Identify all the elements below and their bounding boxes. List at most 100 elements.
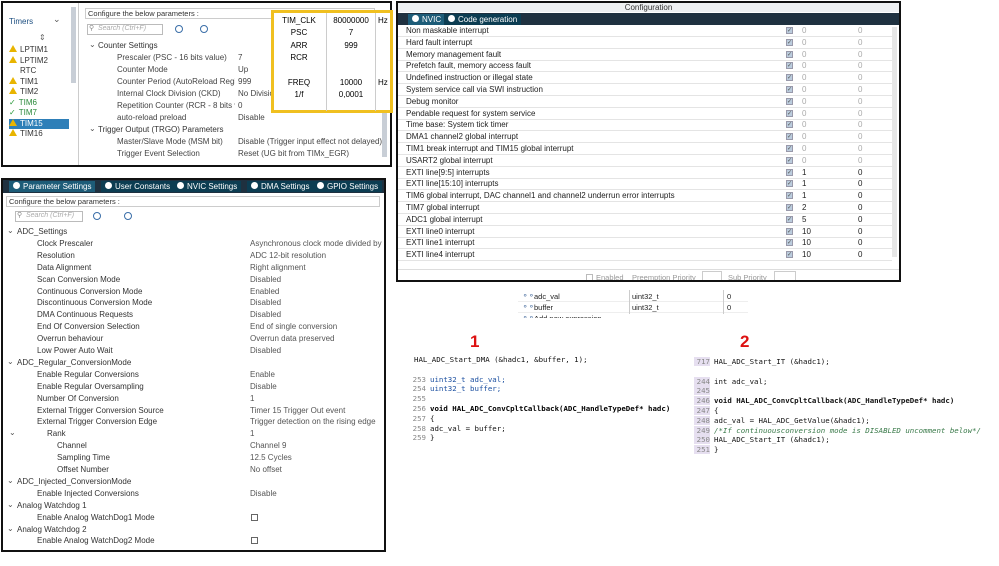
tab-nvic[interactable]: NVIC [408, 14, 446, 25]
watchdog-checkbox[interactable] [251, 537, 258, 545]
adc-param-row[interactable]: Offset Number No offset [3, 464, 381, 476]
chevron-down-icon[interactable]: ⌄ [89, 40, 96, 49]
prev-icon[interactable] [93, 212, 101, 220]
chevron-down-icon[interactable]: ⌄ [7, 476, 14, 485]
enabled-checkbox[interactable]: ✓ [786, 145, 793, 152]
timers-scrollbar[interactable] [71, 7, 76, 83]
enabled-checkbox[interactable] [586, 274, 593, 280]
adc-param-row[interactable]: ⌄ Analog Watchdog 2 [3, 524, 381, 536]
interrupt-row[interactable]: TIM1 break interrupt and TIM15 global in… [398, 143, 892, 155]
interrupt-row[interactable]: USART2 global interrupt ✓ 0 0 [398, 155, 892, 167]
timer-item[interactable]: ✓ TIM6 [9, 98, 69, 108]
adc-param-row[interactable]: ⌄ Analog Watchdog 1 [3, 500, 381, 512]
enabled-checkbox[interactable]: ✓ [786, 192, 793, 200]
adc-param-row[interactable]: Channel Channel 9 [3, 440, 381, 452]
sub-priority[interactable]: 0 [858, 132, 862, 141]
tab-code-generation[interactable]: Code generation [444, 14, 522, 25]
enabled-checkbox[interactable]: ✓ [786, 227, 793, 235]
preemption-priority[interactable]: 10 [802, 227, 811, 236]
adc-tab[interactable]: NVIC Settings [173, 181, 242, 192]
adc-param-row[interactable]: Sampling Time 12.5 Cycles [3, 452, 381, 464]
interrupt-row[interactable]: EXTI line4 interrupt ✓ 10 0 [398, 249, 892, 262]
interrupt-row[interactable]: EXTI line0 interrupt ✓ 10 0 [398, 226, 892, 238]
enabled-checkbox[interactable]: ✓ [786, 74, 793, 82]
prev-icon[interactable] [175, 25, 183, 33]
preemption-select[interactable] [702, 271, 722, 280]
enabled-checkbox[interactable]: ✓ [786, 204, 793, 211]
preemption-priority[interactable]: 0 [802, 109, 806, 118]
timer-item[interactable]: RTC [9, 66, 69, 76]
param-row[interactable]: ⌄ Trigger Output (TRGO) Parameters [81, 124, 386, 136]
adc-param-row[interactable]: ⌄ ADC_Injected_ConversionMode [3, 476, 381, 488]
interrupt-scrollbar[interactable] [892, 27, 897, 257]
adc-param-row[interactable]: Scan Conversion Mode Disabled [3, 274, 381, 286]
interrupt-row[interactable]: Undefined instruction or illegal state ✓ 0… [398, 72, 892, 85]
interrupt-row[interactable]: EXTI line[15:10] interrupts ✓ 1 0 [398, 178, 892, 191]
enabled-checkbox[interactable]: ✓ [786, 239, 793, 247]
adc-param-row[interactable]: Data Alignment Right alignment [3, 262, 381, 274]
enabled-checkbox[interactable]: ✓ [786, 121, 793, 129]
sub-priority[interactable]: 0 [858, 109, 862, 118]
adc-search-input[interactable]: Search (Ctrl+F) [15, 211, 83, 222]
enabled-checkbox[interactable]: ✓ [786, 180, 793, 188]
preemption-priority[interactable]: 10 [802, 250, 811, 259]
timer-item[interactable]: ✓ TIM7 [9, 108, 69, 118]
sub-priority[interactable]: 0 [858, 120, 862, 129]
sub-priority[interactable]: 0 [858, 238, 862, 247]
enabled-checkbox[interactable]: ✓ [786, 156, 793, 164]
adc-tab[interactable]: GPIO Settings [313, 181, 383, 192]
adc-param-row[interactable]: ⌄ ADC_Settings [3, 226, 381, 238]
sub-priority[interactable]: 0 [858, 203, 862, 212]
interrupt-row[interactable]: EXTI line[9:5] interrupts ✓ 1 0 [398, 167, 892, 179]
adc-param-row[interactable]: End Of Conversion Selection End of single… [3, 321, 381, 333]
sub-priority[interactable]: 0 [858, 38, 862, 47]
param-row[interactable]: auto-reload preload Disable [81, 112, 386, 124]
chevron-down-icon[interactable]: ⌄ [89, 124, 96, 133]
adc-param-row[interactable]: Resolution ADC 12-bit resolution [3, 250, 381, 262]
search-input[interactable]: Search (Ctrl+F) [87, 24, 163, 35]
timer-item[interactable]: TIM16 [9, 129, 69, 139]
preemption-priority[interactable]: 0 [802, 85, 806, 94]
variable-row[interactable]: ⚬⚬ buffer uint32_t 0 [518, 302, 748, 313]
variable-row[interactable]: ⚬⚬Add new expression [518, 313, 748, 318]
chevron-down-icon[interactable]: ⌄ [7, 357, 14, 366]
enabled-checkbox[interactable]: ✓ [786, 251, 793, 259]
enabled-checkbox[interactable]: ✓ [786, 50, 793, 58]
interrupt-row[interactable]: Debug monitor ✓ 0 0 [398, 96, 892, 108]
sub-priority[interactable]: 0 [858, 179, 862, 188]
param-row[interactable]: Trigger Event Selection Reset (UG bit fro… [81, 148, 386, 160]
sub-priority[interactable]: 0 [858, 73, 862, 82]
preemption-priority[interactable]: 0 [802, 50, 806, 59]
chevron-down-icon[interactable]: ⌄ [7, 500, 14, 509]
timer-item[interactable]: TIM1 [9, 76, 69, 87]
adc-param-row[interactable]: DMA Continuous Requests Disabled [3, 309, 381, 321]
preemption-priority[interactable]: 0 [802, 132, 806, 141]
enabled-checkbox[interactable]: ✓ [786, 27, 793, 34]
preemption-priority[interactable]: 0 [802, 26, 806, 35]
preemption-priority[interactable]: 5 [802, 215, 806, 224]
enabled-checkbox[interactable]: ✓ [786, 133, 793, 141]
chevron-down-icon[interactable]: ⌄ [9, 428, 16, 437]
sub-priority[interactable]: 0 [858, 144, 862, 153]
next-icon[interactable] [200, 25, 208, 33]
variable-row[interactable]: ⚬⚬ adc_val uint32_t 0 [518, 291, 748, 302]
param-row[interactable]: Master/Slave Mode (MSM bit) Disable (Trig… [81, 136, 386, 148]
adc-param-row[interactable]: Discontinuous Conversion Mode Disabled [3, 297, 381, 309]
preemption-priority[interactable]: 2 [802, 203, 806, 212]
interrupt-row[interactable]: Memory management fault ✓ 0 0 [398, 49, 892, 61]
interrupt-row[interactable]: Hard fault interrupt ✓ 0 0 [398, 37, 892, 49]
interrupt-row[interactable]: TIM7 global interrupt ✓ 2 0 [398, 202, 892, 214]
preemption-priority[interactable]: 1 [802, 179, 806, 188]
enabled-checkbox[interactable]: ✓ [786, 215, 793, 223]
preemption-priority[interactable]: 10 [802, 238, 811, 247]
preemption-priority[interactable]: 0 [802, 97, 806, 106]
adc-tab[interactable]: Parameter Settings [9, 181, 96, 192]
sub-priority[interactable]: 0 [858, 61, 862, 70]
timer-item[interactable]: TIM2 [9, 87, 69, 97]
next-icon[interactable] [124, 212, 132, 220]
interrupt-row[interactable]: EXTI line1 interrupt ✓ 10 0 [398, 237, 892, 250]
preemption-priority[interactable]: 0 [802, 61, 806, 70]
sub-priority[interactable]: 0 [858, 26, 862, 35]
interrupt-row[interactable]: DMA1 channel2 global interrupt ✓ 0 0 [398, 131, 892, 144]
sub-priority[interactable]: 0 [858, 156, 862, 165]
